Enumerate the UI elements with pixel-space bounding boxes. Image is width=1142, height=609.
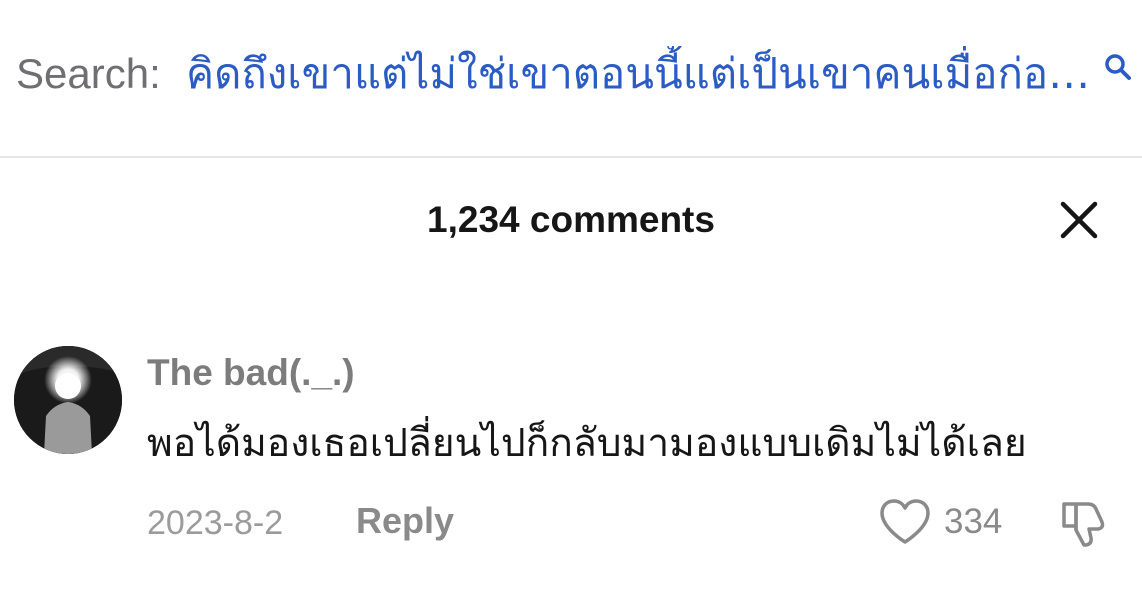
search-bar[interactable]: Search: คิดถึงเขาแต่ไม่ใช่เขาตอนนี้แต่เป…: [0, 0, 1142, 158]
close-icon[interactable]: [1057, 198, 1101, 242]
like-count: 334: [944, 502, 1003, 541]
comments-count-title: 1,234 comments: [427, 199, 715, 240]
avatar[interactable]: [14, 346, 122, 454]
reply-button[interactable]: Reply: [356, 498, 454, 544]
search-prefix-label: Search:: [16, 50, 161, 97]
comment-text: พอได้มองเธอเปลี่ยนไปก็กลับมามองแบบเดิมไม…: [147, 421, 1027, 466]
comment-username[interactable]: The bad(._.): [147, 350, 355, 396]
comment-date: 2023-8-2: [147, 504, 284, 542]
thumbs-down-icon[interactable]: [1058, 496, 1110, 548]
heart-outline-icon[interactable]: [878, 498, 932, 546]
search-icon[interactable]: [1103, 52, 1133, 82]
search-query-link[interactable]: คิดถึงเขาแต่ไม่ใช่เขาตอนนี้แต่เป็นเขาคนเ…: [186, 46, 1092, 102]
avatar-image: [14, 346, 122, 454]
